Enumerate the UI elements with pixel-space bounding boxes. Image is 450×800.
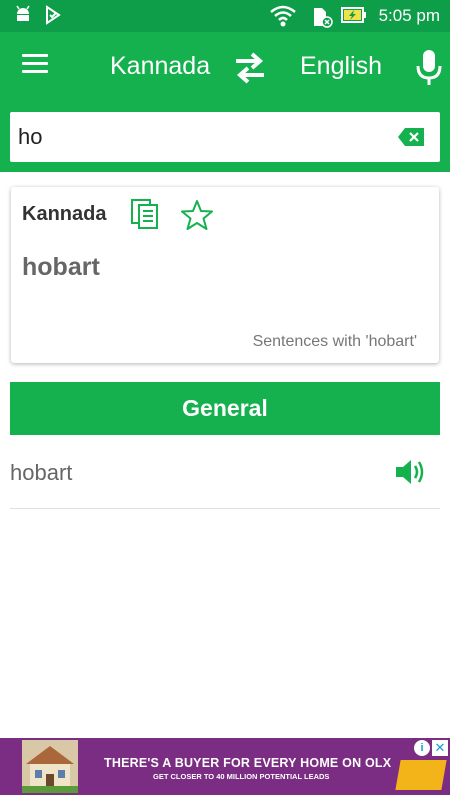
translated-word: hobart — [22, 253, 100, 281]
result-row[interactable]: hobart — [10, 436, 440, 509]
swap-languages-icon[interactable] — [232, 50, 268, 86]
download-done-icon — [46, 5, 61, 25]
sim-card-icon — [314, 8, 333, 28]
card-language-label: Kannada — [22, 203, 107, 225]
search-box — [10, 112, 440, 162]
menu-icon-line — [22, 62, 48, 65]
source-language-selector[interactable]: Kannada — [110, 52, 210, 81]
ad-subtitle: GET CLOSER TO 40 MILLION POTENTIAL LEADS — [153, 772, 330, 781]
sentences-link[interactable]: Sentences with 'hobart' — [253, 333, 417, 351]
result-text: hobart — [10, 460, 73, 485]
speaker-icon[interactable] — [394, 456, 428, 488]
backspace-clear-icon[interactable] — [398, 128, 424, 146]
status-bar: 5:05 pm — [0, 0, 450, 32]
translation-card: Kannada hobart Sentences with 'hobart' — [11, 187, 439, 363]
ad-banner[interactable]: THERE'S A BUYER FOR EVERY HOME ON OLX GE… — [0, 738, 450, 795]
search-bar — [0, 104, 450, 172]
ad-info-icon[interactable]: i — [414, 740, 430, 756]
copy-icon[interactable] — [130, 198, 160, 230]
star-favorite-icon[interactable] — [181, 199, 213, 231]
ad-close-icon[interactable]: ✕ — [432, 740, 448, 756]
search-input[interactable] — [18, 118, 388, 156]
wifi-icon — [270, 5, 296, 27]
target-language-selector[interactable]: English — [300, 52, 382, 81]
microphone-icon[interactable] — [414, 48, 444, 88]
menu-icon-line — [22, 54, 48, 57]
menu-button[interactable] — [22, 54, 48, 76]
battery-charging-icon — [341, 7, 366, 23]
android-icon — [16, 5, 30, 21]
ad-badge — [395, 760, 447, 790]
section-header-general: General — [10, 382, 440, 435]
menu-icon-line — [22, 70, 48, 73]
ad-house-image — [22, 740, 78, 793]
ad-title: THERE'S A BUYER FOR EVERY HOME ON OLX — [104, 756, 392, 770]
house-illustration — [22, 746, 78, 793]
app-bar: Kannada English — [0, 32, 450, 104]
status-time: 5:05 pm — [378, 6, 440, 25]
